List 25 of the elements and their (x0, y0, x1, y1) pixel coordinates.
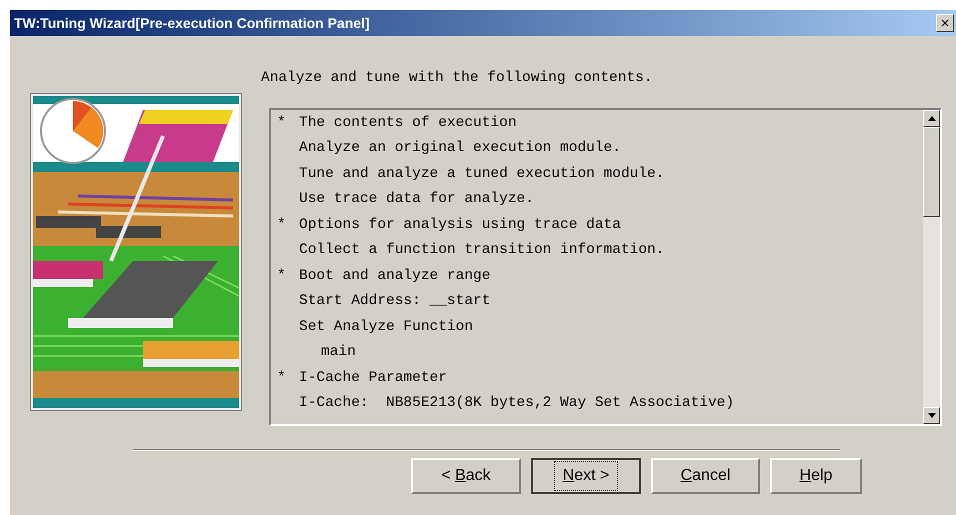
bullet-mark: * (277, 368, 287, 388)
bullet-mark: * (277, 114, 287, 133)
content-line: Collect a function transition information. (299, 241, 664, 260)
dialog-button[interactable]: < Back (411, 458, 521, 494)
content-line: Set Analyze Function (299, 318, 474, 337)
dialog-button[interactable]: Help (770, 458, 862, 494)
section-heading: I-Cache Parameter (299, 368, 447, 388)
content-line: main (321, 343, 356, 362)
close-button[interactable]: × (936, 14, 954, 32)
dialog-button[interactable]: Cancel (651, 458, 760, 494)
content-line: Start Address: __start (299, 292, 490, 312)
bullet-mark: * (277, 266, 287, 286)
content-line: I-Cache: NB85E213(8K bytes,2 Way Set Associative) (299, 394, 734, 414)
scroll-thumb[interactable] (923, 127, 940, 217)
vertical-scrollbar[interactable] (923, 110, 940, 424)
section-heading: Boot and analyze range (299, 266, 490, 286)
intro-text: Analyze and tune with the following contents. (261, 70, 654, 86)
section-heading: Options for analysis using trace data (299, 216, 621, 235)
window-title: TW:Tuning Wizard[Pre-execution Confirmation Panel] (14, 14, 370, 33)
section-heading: The contents of execution (299, 114, 517, 133)
content-line: Tune and analyze a tuned execution module. (299, 164, 664, 184)
content-line: Analyze an original execution module. (299, 139, 621, 158)
dialog-button[interactable]: Next > (531, 458, 641, 494)
content-line: Use trace data for analyze. (299, 190, 534, 210)
bullet-mark: * (277, 216, 287, 235)
